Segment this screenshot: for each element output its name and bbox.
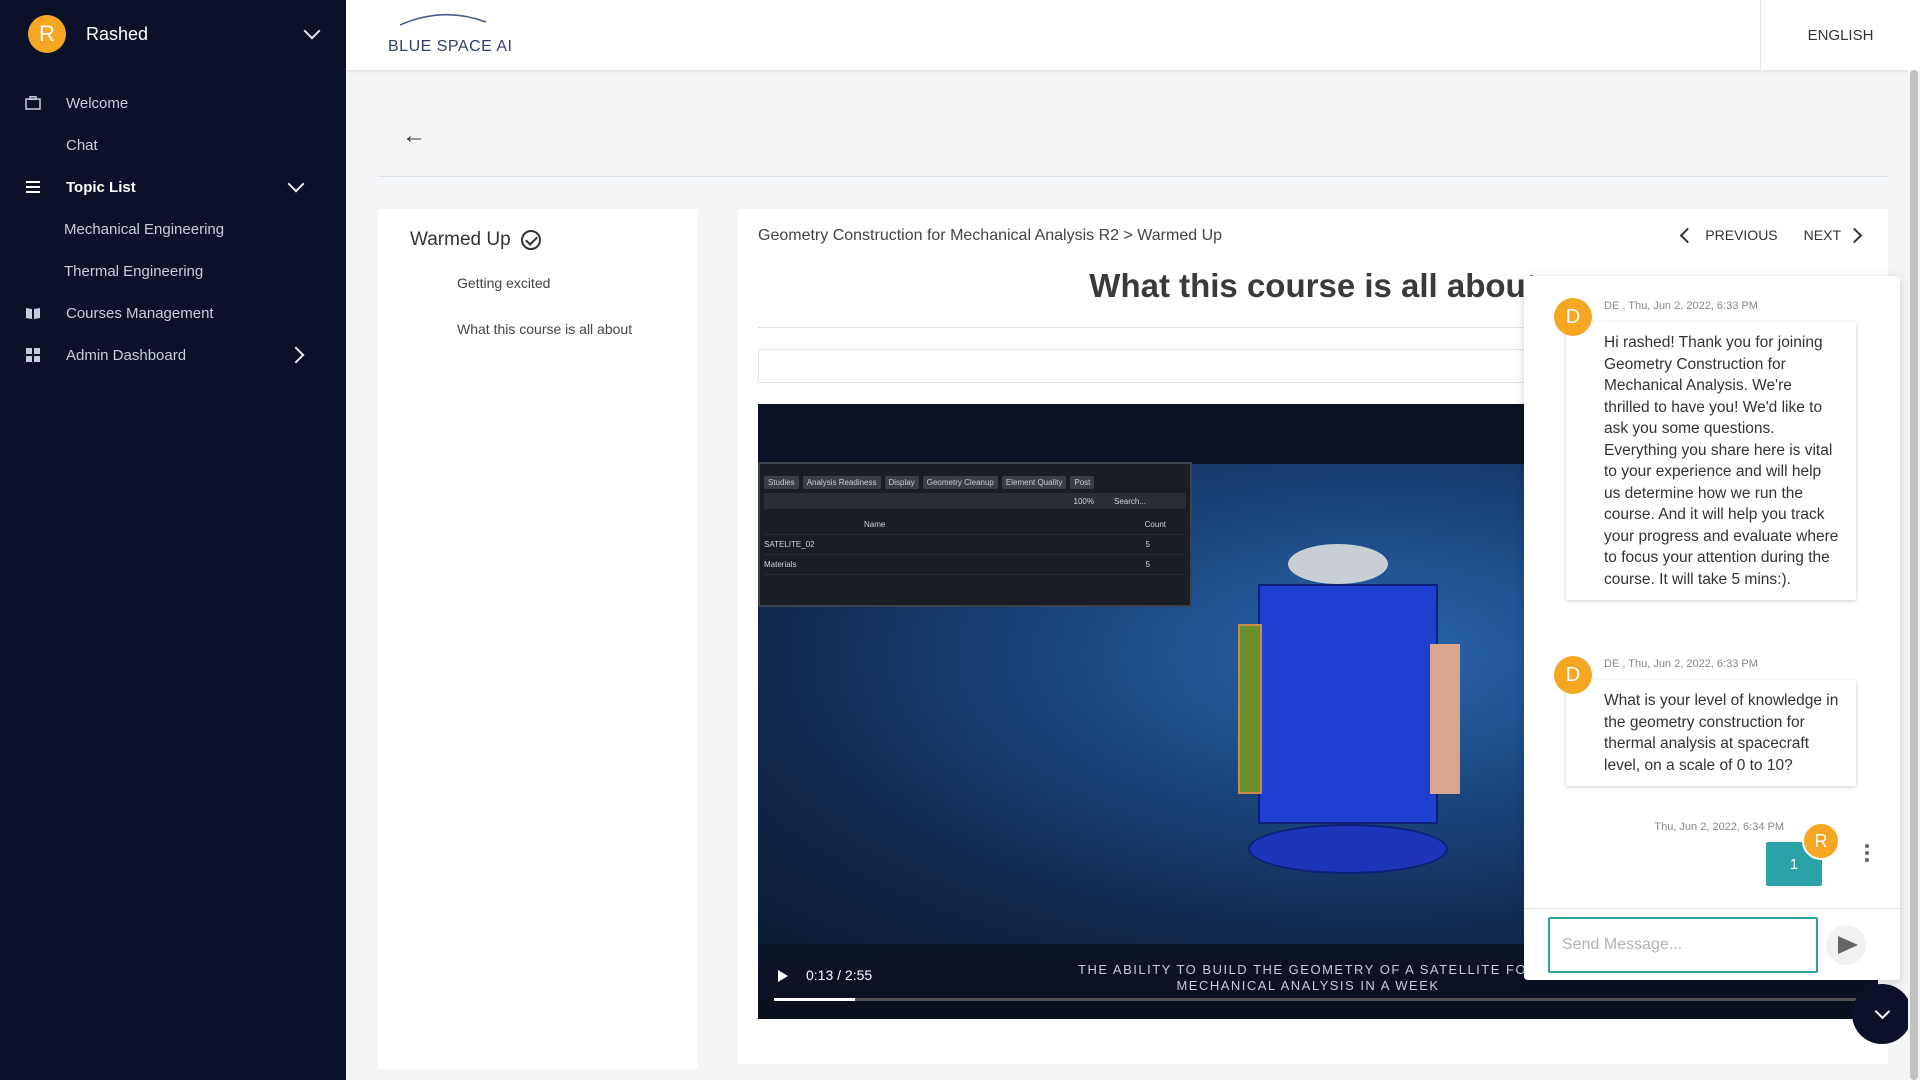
avatar: R	[28, 15, 66, 53]
sidebar-item-topic-list[interactable]: Topic List	[0, 166, 346, 208]
sidebar-item-label: Topic List	[66, 178, 136, 196]
avatar: R	[1802, 822, 1840, 860]
lesson-item-what-this-course-is-about[interactable]: What this course is all about	[457, 319, 637, 340]
chevron-right-icon	[1846, 227, 1863, 243]
sidebar: R Rashed Welcome Chat Topic List Mechani…	[0, 0, 346, 1080]
sidebar-item-label: Chat	[66, 136, 98, 154]
divider	[378, 176, 1888, 177]
lesson-item-getting-excited[interactable]: Getting excited	[457, 273, 637, 294]
chat-panel: DE , Thu, Jun 2, 2022, 6:33 PM Hi rashed…	[1524, 276, 1900, 980]
user-name: Rashed	[86, 23, 149, 44]
more-options-icon[interactable]	[1864, 844, 1870, 864]
avatar: D	[1554, 298, 1592, 336]
topic-title: Warmed Up	[410, 229, 541, 251]
video-caption: THE ABILITY TO BUILD THE GEOMETRY OF A S…	[1078, 962, 1538, 993]
user-menu[interactable]: R Rashed	[0, 0, 346, 68]
video-time: 0:13 / 2:55	[806, 967, 873, 983]
sidebar-item-label: Mechanical Engineering	[64, 220, 225, 238]
dashboard-icon	[24, 346, 42, 364]
sidebar-nav: Welcome Chat Topic List Mechanical Engin…	[0, 82, 346, 376]
briefcase-icon	[24, 94, 42, 112]
language-selector[interactable]: ENGLISH	[1760, 0, 1920, 70]
message-meta: Thu, Jun 2, 2022, 6:34 PM	[1654, 821, 1784, 833]
chat-footer	[1524, 908, 1900, 980]
previous-button[interactable]: PREVIOUS	[1680, 227, 1778, 243]
chevron-down-icon[interactable]	[303, 22, 321, 40]
message-meta: DE , Thu, Jun 2, 2022, 6:33 PM	[1604, 658, 1758, 670]
satellite-illustration	[1238, 544, 1460, 884]
sidebar-item-label: Courses Management	[66, 304, 214, 322]
check-circle-icon	[520, 230, 541, 250]
chevron-left-icon	[1680, 227, 1696, 243]
send-icon	[1838, 936, 1858, 954]
top-header: BLUE SPACE AI ENGLISH	[346, 0, 1920, 70]
sidebar-item-chat[interactable]: Chat	[0, 124, 346, 166]
sidebar-item-admin-dashboard[interactable]: Admin Dashboard	[0, 334, 346, 376]
sidebar-item-mechanical-engineering[interactable]: Mechanical Engineering	[0, 208, 346, 250]
sidebar-item-courses-management[interactable]: Courses Management	[0, 292, 346, 334]
avatar: D	[1554, 656, 1592, 694]
video-software-window: Studies Analysis Readiness Display Geome…	[758, 462, 1192, 607]
message-input[interactable]	[1548, 917, 1818, 973]
sidebar-item-label: Thermal Engineering	[64, 262, 204, 280]
logo[interactable]: BLUE SPACE AI	[388, 12, 518, 56]
logo-arc-icon	[399, 14, 487, 26]
chevron-right-icon[interactable]	[287, 346, 305, 364]
menu-icon	[24, 178, 42, 196]
back-arrow-icon[interactable]: ←	[402, 124, 426, 148]
scroll-down-button[interactable]	[1852, 984, 1912, 1044]
chevron-down-icon	[1874, 1003, 1890, 1019]
logo-text: BLUE SPACE AI	[388, 38, 513, 55]
message-meta: DE , Thu, Jun 2, 2022, 6:33 PM	[1604, 300, 1758, 312]
sidebar-item-label: Welcome	[66, 94, 129, 112]
topic-panel: Warmed Up Getting excited What this cour…	[378, 209, 698, 1069]
play-icon[interactable]	[778, 970, 788, 982]
next-button[interactable]: NEXT	[1804, 227, 1863, 243]
book-icon	[24, 304, 42, 322]
chat-message: Hi rashed! Thank you for joining Geometr…	[1566, 322, 1856, 600]
sidebar-item-label: Admin Dashboard	[66, 346, 187, 364]
video-progress-bar[interactable]	[774, 998, 1862, 1001]
lesson-navigation: PREVIOUS NEXT	[1680, 227, 1863, 243]
sidebar-item-thermal-engineering[interactable]: Thermal Engineering	[0, 250, 346, 292]
send-button[interactable]	[1826, 925, 1866, 965]
chat-message: What is your level of knowledge in the g…	[1566, 680, 1856, 786]
sidebar-item-welcome[interactable]: Welcome	[0, 82, 346, 124]
chevron-down-icon[interactable]	[287, 175, 305, 193]
page-scrollbar[interactable]	[1908, 70, 1920, 1080]
breadcrumb: Geometry Construction for Mechanical Ana…	[758, 227, 1223, 244]
